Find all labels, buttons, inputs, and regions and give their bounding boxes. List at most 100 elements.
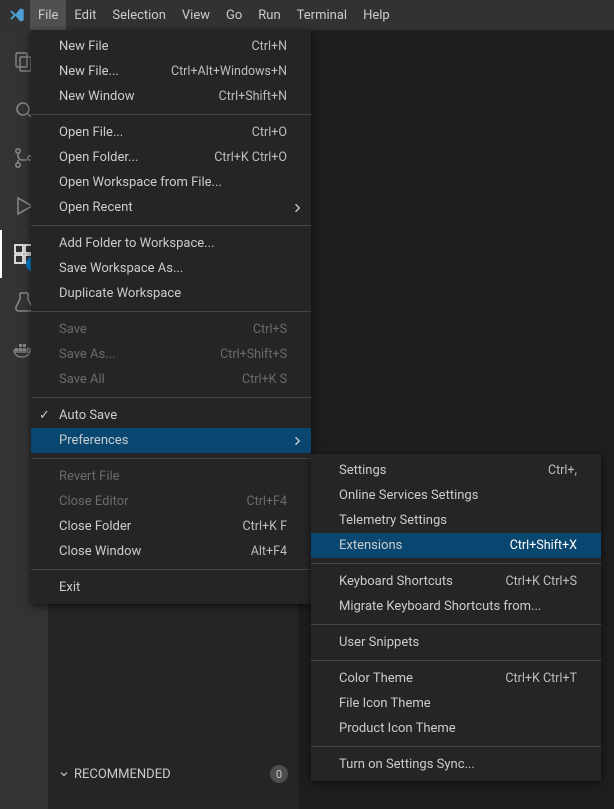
- menubar-item-file[interactable]: File: [30, 0, 66, 30]
- chevron-right-icon: [291, 435, 303, 447]
- file-menu-item-close-window[interactable]: Close WindowAlt+F4: [31, 539, 311, 564]
- menu-item-shortcut: Ctrl+K S: [242, 372, 287, 387]
- menu-item-shortcut: Ctrl+Alt+Windows+N: [171, 64, 287, 79]
- menu-item-label: Duplicate Workspace: [59, 286, 287, 301]
- file-menu-item-new-file[interactable]: New FileCtrl+N: [31, 34, 311, 59]
- menu-separator: [31, 569, 311, 570]
- file-menu-item-open-recent[interactable]: Open Recent: [31, 195, 311, 220]
- preferences-item-color-theme[interactable]: Color ThemeCtrl+K Ctrl+T: [311, 666, 601, 691]
- menu-item-label: New Window: [59, 89, 219, 104]
- menu-item-shortcut: Ctrl+Shift+N: [219, 89, 287, 104]
- file-menu-item-revert-file: Revert File: [31, 464, 311, 489]
- preferences-item-online-services-settings[interactable]: Online Services Settings: [311, 483, 601, 508]
- file-menu-item-duplicate-workspace[interactable]: Duplicate Workspace: [31, 281, 311, 306]
- check-icon: ✓: [39, 408, 50, 423]
- chevron-down-icon: [58, 768, 70, 780]
- menu-item-label: Color Theme: [339, 671, 505, 686]
- menu-separator: [311, 624, 601, 625]
- menu-separator: [31, 225, 311, 226]
- file-menu-item-new-file[interactable]: New File...Ctrl+Alt+Windows+N: [31, 59, 311, 84]
- vscode-app-icon: [4, 0, 30, 30]
- menu-item-label: Save All: [59, 372, 242, 387]
- menu-item-label: Auto Save: [59, 408, 287, 423]
- file-menu-item-close-editor: Close EditorCtrl+F4: [31, 489, 311, 514]
- menu-item-label: User Snippets: [339, 635, 577, 650]
- menu-item-label: Close Editor: [59, 494, 246, 509]
- preferences-item-keyboard-shortcuts[interactable]: Keyboard ShortcutsCtrl+K Ctrl+S: [311, 569, 601, 594]
- file-menu-item-open-file[interactable]: Open File...Ctrl+O: [31, 120, 311, 145]
- menu-item-label: Preferences: [59, 433, 287, 448]
- preferences-item-file-icon-theme[interactable]: File Icon Theme: [311, 691, 601, 716]
- file-menu: New FileCtrl+NNew File...Ctrl+Alt+Window…: [31, 30, 311, 604]
- menu-item-label: Telemetry Settings: [339, 513, 577, 528]
- file-menu-item-open-workspace-from-file[interactable]: Open Workspace from File...: [31, 170, 311, 195]
- menu-separator: [31, 311, 311, 312]
- menu-item-label: Settings: [339, 463, 548, 478]
- preferences-item-extensions[interactable]: ExtensionsCtrl+Shift+X: [311, 533, 601, 558]
- menubar-item-selection[interactable]: Selection: [104, 0, 173, 30]
- preferences-submenu: SettingsCtrl+, Online Services Settings Te…: [311, 454, 601, 781]
- file-menu-item-preferences[interactable]: Preferences: [31, 428, 311, 453]
- menu-item-label: Save Workspace As...: [59, 261, 287, 276]
- menu-item-shortcut: Ctrl+Shift+S: [220, 347, 287, 362]
- menubar-item-edit[interactable]: Edit: [66, 0, 104, 30]
- menu-item-label: Extensions: [339, 538, 510, 553]
- menu-item-label: Close Folder: [59, 519, 243, 534]
- menu-item-label: Revert File: [59, 469, 287, 484]
- chevron-right-icon: [291, 202, 303, 214]
- menu-separator: [311, 563, 601, 564]
- recommended-section[interactable]: RECOMMENDED 0: [48, 763, 298, 785]
- menu-item-shortcut: Ctrl+K Ctrl+O: [214, 150, 287, 165]
- menu-item-label: Open File...: [59, 125, 252, 140]
- menu-item-label: Open Folder...: [59, 150, 214, 165]
- menu-item-shortcut: Ctrl+F4: [246, 494, 287, 509]
- menu-item-label: Keyboard Shortcuts: [339, 574, 505, 589]
- menu-item-shortcut: Ctrl+Shift+X: [510, 538, 577, 553]
- menu-item-label: Save As...: [59, 347, 220, 362]
- menu-item-shortcut: Ctrl+K F: [243, 519, 287, 534]
- menu-item-label: File Icon Theme: [339, 696, 577, 711]
- recommended-count: 0: [270, 765, 288, 783]
- menu-item-label: Add Folder to Workspace...: [59, 236, 287, 251]
- menu-item-shortcut: Ctrl+K Ctrl+T: [505, 671, 577, 686]
- preferences-item-turn-on-settings-sync[interactable]: Turn on Settings Sync...: [311, 752, 601, 777]
- menu-item-shortcut: Ctrl+S: [253, 322, 287, 337]
- menu-item-label: Close Window: [59, 544, 251, 559]
- preferences-item-migrate-keyboard-shortcuts-from[interactable]: Migrate Keyboard Shortcuts from...: [311, 594, 601, 619]
- menubar-item-go[interactable]: Go: [218, 0, 250, 30]
- menu-item-shortcut: Alt+F4: [251, 544, 287, 559]
- menu-item-shortcut: Ctrl+O: [252, 125, 287, 140]
- menu-item-shortcut: Ctrl+N: [251, 39, 287, 54]
- file-menu-item-exit[interactable]: Exit: [31, 575, 311, 600]
- menu-item-label: Save: [59, 322, 253, 337]
- file-menu-item-save: SaveCtrl+S: [31, 317, 311, 342]
- preferences-item-product-icon-theme[interactable]: Product Icon Theme: [311, 716, 601, 741]
- menubar-item-run[interactable]: Run: [250, 0, 288, 30]
- recommended-label: RECOMMENDED: [74, 767, 171, 782]
- menu-item-label: Open Recent: [59, 200, 287, 215]
- menu-item-shortcut: Ctrl+K Ctrl+S: [505, 574, 577, 589]
- file-menu-item-save-all: Save AllCtrl+K S: [31, 367, 311, 392]
- menu-separator: [311, 746, 601, 747]
- menu-item-shortcut: Ctrl+,: [548, 463, 577, 478]
- file-menu-item-save-as: Save As...Ctrl+Shift+S: [31, 342, 311, 367]
- menubar-item-view[interactable]: View: [174, 0, 218, 30]
- menu-item-label: New File...: [59, 64, 171, 79]
- menu-separator: [31, 397, 311, 398]
- preferences-item-telemetry-settings[interactable]: Telemetry Settings: [311, 508, 601, 533]
- preferences-item-user-snippets[interactable]: User Snippets: [311, 630, 601, 655]
- file-menu-item-add-folder-to-workspace[interactable]: Add Folder to Workspace...: [31, 231, 311, 256]
- menubar: FileEditSelectionViewGoRunTerminalHelp: [0, 0, 614, 30]
- file-menu-item-auto-save[interactable]: ✓ Auto Save: [31, 403, 311, 428]
- menubar-item-help[interactable]: Help: [355, 0, 398, 30]
- menubar-item-terminal[interactable]: Terminal: [289, 0, 355, 30]
- file-menu-item-open-folder[interactable]: Open Folder...Ctrl+K Ctrl+O: [31, 145, 311, 170]
- menu-separator: [311, 660, 601, 661]
- menu-item-label: Online Services Settings: [339, 488, 577, 503]
- file-menu-item-close-folder[interactable]: Close FolderCtrl+K F: [31, 514, 311, 539]
- file-menu-item-save-workspace-as[interactable]: Save Workspace As...: [31, 256, 311, 281]
- menu-item-label: Turn on Settings Sync...: [339, 757, 577, 772]
- file-menu-item-new-window[interactable]: New WindowCtrl+Shift+N: [31, 84, 311, 109]
- preferences-item-settings[interactable]: SettingsCtrl+,: [311, 458, 601, 483]
- menu-item-label: Open Workspace from File...: [59, 175, 287, 190]
